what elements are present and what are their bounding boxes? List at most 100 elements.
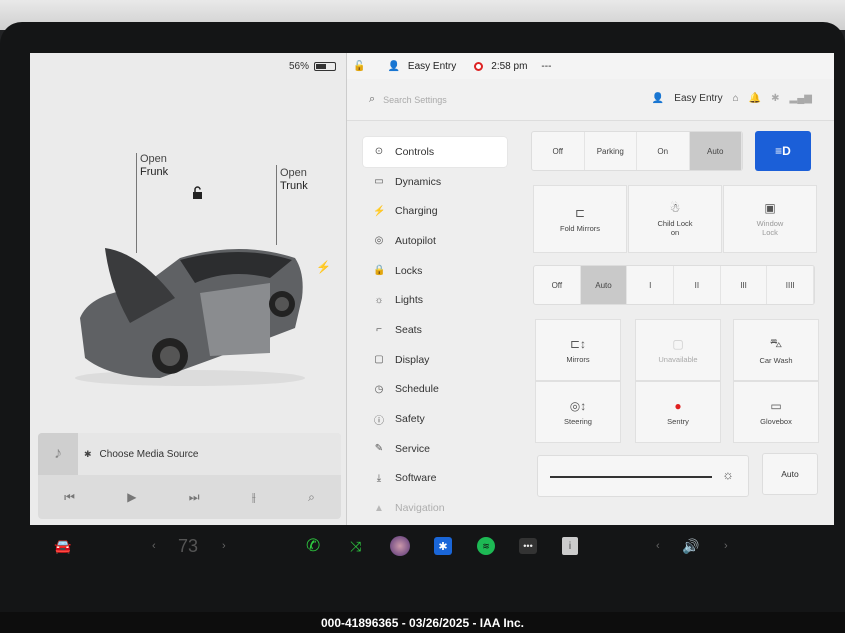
volume-icon[interactable]: 🔊 [682, 538, 699, 555]
brightness-auto-button[interactable]: Auto [762, 453, 818, 495]
shuffle-icon[interactable]: ⤨ [350, 538, 361, 555]
sidebar-item-label: Safety [395, 413, 425, 426]
headlights-option-off[interactable]: Off [532, 132, 585, 170]
search-bar-status: 👤 Easy Entry ⌂ 🔔 ✱ ▂▄▆ [652, 93, 812, 104]
search-icon: ⌕ [369, 93, 376, 105]
wiper-option-iiii[interactable]: IIII [767, 266, 815, 304]
manual-icon[interactable]: i [562, 537, 578, 555]
wiper-option-i[interactable]: I [627, 266, 675, 304]
tile-label: Window Lock [757, 219, 784, 237]
sidebar-item-label: Navigation [395, 502, 445, 515]
trunk-leader-line [276, 165, 277, 245]
tile-label-line1: Window [756, 219, 784, 228]
car-wash-button[interactable]: ⛍ Car Wash [733, 319, 819, 381]
media-search-icon[interactable]: ⌕ [308, 490, 315, 505]
volume-up-icon[interactable]: › [724, 540, 728, 552]
bolt-icon: ⚡ [373, 205, 386, 217]
car-model-image [75, 248, 305, 386]
sidebar-item-schedule[interactable]: ◷ Schedule [363, 375, 507, 405]
spotify-icon[interactable]: ≋ [477, 537, 495, 555]
toggle-icon: ⊙ [374, 146, 384, 158]
sidebar-item-display[interactable]: ▢ Display [363, 345, 507, 375]
mirrors-button[interactable]: ⊏↕ Mirrors [535, 319, 621, 381]
open-trunk-button[interactable]: Open Trunk [280, 167, 308, 193]
temp-down-icon[interactable]: ‹ [152, 540, 156, 552]
sidebar-item-label: Charging [395, 205, 438, 218]
wiper-option-auto[interactable]: Auto [580, 266, 628, 304]
window-lock-icon: ▣ [764, 201, 776, 215]
mirror-adjust-icon: ⊏↕ [569, 336, 587, 351]
car-view-panel: 56% Open Frunk Open Trunk ⚡ ♪ ✱ Choose M… [30, 53, 346, 525]
sentry-icon: ● [674, 398, 682, 413]
sidebar-item-label: Lights [395, 294, 424, 307]
tile-label: Mirrors [566, 354, 590, 364]
sidebar-item-safety[interactable]: ⓘ Safety [363, 404, 507, 434]
dashcam-record-icon[interactable] [474, 61, 484, 71]
car-icon: ▭ [374, 176, 384, 188]
sidebar-item-controls[interactable]: ⊙ Controls [363, 137, 507, 167]
glovebox-icon: ▭ [770, 398, 782, 413]
sidebar-item-service[interactable]: ✎ Service [363, 434, 507, 464]
auto-high-beam-button[interactable]: ≡D [755, 131, 811, 171]
tile-label: Car Wash [759, 355, 793, 365]
volume-down-icon[interactable]: ‹ [656, 540, 660, 552]
unavailable-icon: ▢ [672, 336, 684, 351]
tile-label: Sentry [667, 416, 689, 426]
headlights-option-auto[interactable]: Auto [689, 132, 742, 170]
sidebar-item-software[interactable]: ⤓ Software [363, 464, 507, 494]
unlock-icon[interactable] [191, 186, 205, 203]
media-source-button[interactable]: Choose Media Source [100, 449, 199, 460]
sidebar-item-label: Software [395, 472, 437, 485]
bluetooth-status-icon: ✱ [771, 93, 780, 104]
wiper-option-off[interactable]: Off [534, 266, 581, 304]
lock-status-icon[interactable]: 🔓 [353, 61, 365, 72]
next-track-icon[interactable]: ⏭ [189, 490, 200, 505]
temp-up-icon[interactable]: › [222, 540, 226, 552]
status-battery: 56% [289, 61, 336, 72]
profile-name[interactable]: Easy Entry [408, 61, 456, 72]
car-wash-icon: ⛍ [769, 335, 783, 350]
sidebar-item-autopilot[interactable]: ◎ Autopilot [363, 226, 507, 256]
seat-icon: ⌐ [376, 324, 382, 336]
charge-port-icon[interactable]: ⚡ [316, 260, 331, 274]
settings-menu: ⊙ Controls ▭ Dynamics ⚡ Charging ◎ Autopilot 🔒 Lo… [363, 137, 507, 523]
brightness-slider[interactable]: ☼ [537, 455, 749, 497]
trunk-line2: Trunk [280, 180, 308, 192]
steering-button[interactable]: ◎↕ Steering [535, 381, 621, 443]
phone-icon[interactable]: ✆ [306, 536, 320, 556]
sidebar-item-navigation[interactable]: ▲ Navigation [363, 493, 507, 523]
search-input[interactable]: Search Settings [383, 95, 447, 105]
equalizer-icon[interactable]: ⫲ [252, 490, 256, 505]
headlights-option-on[interactable]: On [637, 132, 690, 170]
previous-track-icon[interactable]: ⏮ [64, 490, 75, 505]
headlights-control: Off Parking On Auto [531, 131, 743, 171]
clock-icon: ◷ [374, 383, 384, 395]
sidebar-item-label: Controls [395, 145, 435, 158]
tile-label: Steering [564, 416, 592, 426]
bluetooth-small-icon: ✱ [84, 448, 92, 459]
play-icon[interactable]: ▶ [127, 490, 136, 504]
wiper-option-ii[interactable]: II [674, 266, 721, 304]
driver-profile-label[interactable]: Easy Entry [674, 93, 722, 104]
sentry-button[interactable]: ● Sentry [635, 381, 721, 443]
fold-mirrors-button[interactable]: ⊏ Fold Mirrors [533, 185, 627, 253]
child-lock-on-button[interactable]: ☃ Child Lock on [628, 185, 722, 253]
glovebox-button[interactable]: ▭ Glovebox [733, 381, 819, 443]
garage-icon[interactable]: ⌂ [733, 93, 739, 104]
sidebar-item-seats[interactable]: ⌐ Seats [363, 315, 507, 345]
bell-icon[interactable]: 🔔 [749, 93, 761, 104]
wiper-option-iii[interactable]: III [721, 266, 768, 304]
clock-time: 2:58 pm [491, 60, 528, 72]
open-frunk-button[interactable]: Open Frunk [140, 153, 168, 179]
more-apps-icon[interactable]: ••• [519, 538, 537, 554]
sidebar-item-locks[interactable]: 🔒 Locks [363, 256, 507, 286]
headlights-option-parking[interactable]: Parking [585, 132, 637, 170]
sidebar-item-lights[interactable]: ☼ Lights [363, 285, 507, 315]
bluetooth-icon[interactable]: ✱ [434, 537, 452, 555]
car-icon[interactable]: 🚘 [54, 538, 71, 555]
sidebar-item-charging[interactable]: ⚡ Charging [363, 196, 507, 226]
settings-panel: 🔓 👤 Easy Entry 2:58 pm --- ⌕ Search Sett… [346, 53, 834, 525]
window-lock-button[interactable]: ▣ Window Lock [723, 185, 817, 253]
camera-app-icon[interactable] [390, 536, 410, 556]
sidebar-item-dynamics[interactable]: ▭ Dynamics [363, 167, 507, 197]
